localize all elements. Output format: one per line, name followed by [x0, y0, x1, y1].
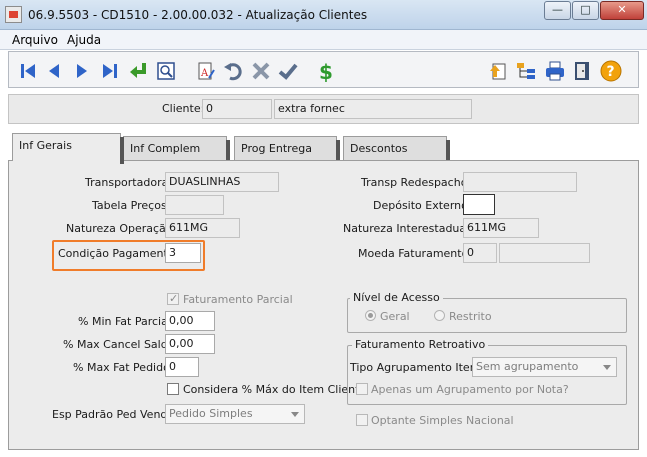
window-title: 06.9.5503 - CD1510 - 2.00.00.032 - Atual…	[28, 8, 368, 22]
tipo-agrupamento-select[interactable]: Sem agrupamento	[472, 357, 617, 377]
app-icon	[5, 6, 22, 23]
esp-padrao-select[interactable]: Pedido Simples	[165, 404, 305, 424]
undo-icon[interactable]	[222, 60, 244, 82]
title-bar: 06.9.5503 - CD1510 - 2.00.00.032 - Atual…	[0, 0, 647, 30]
deposito-externo-label: Depósito Externo:	[373, 199, 472, 212]
printer-icon[interactable]	[544, 60, 566, 82]
tab-label: Prog Entrega	[241, 142, 312, 155]
tipo-agrupamento-value: Sem agrupamento	[476, 360, 579, 373]
confirm-icon[interactable]	[277, 60, 299, 82]
max-fat-pedido-label: % Max Fat Pedido:	[73, 361, 174, 374]
preview-icon[interactable]	[155, 60, 177, 82]
menu-arquivo[interactable]: Arquivo	[12, 33, 58, 47]
esp-padrao-label: Esp Padrão Ped Venda:	[52, 408, 178, 421]
optante-simples-checkbox[interactable]	[356, 414, 368, 426]
radio-geral[interactable]	[365, 310, 376, 321]
tab-label: Descontos	[350, 142, 408, 155]
fat-retroativo-legend: Faturamento Retroativo	[352, 338, 489, 351]
max-cancel-saldo-field[interactable]: 0,00	[165, 334, 215, 354]
nivel-acesso-legend: Nível de Acesso	[350, 291, 443, 304]
radio-geral-label: Geral	[380, 310, 410, 323]
tab-prog-entrega[interactable]: Prog Entrega	[234, 136, 340, 163]
chevron-down-icon	[291, 412, 299, 417]
apenas-agrupamento-label: Apenas um Agrupamento por Nota?	[371, 383, 569, 396]
moeda-desc-field[interactable]	[499, 243, 590, 263]
menu-ajuda[interactable]: Ajuda	[67, 33, 101, 47]
close-button[interactable]: ✕	[600, 1, 644, 20]
svg-text:A: A	[200, 68, 209, 79]
chevron-down-icon	[603, 365, 611, 370]
client-name-field[interactable]: extra fornec	[274, 99, 472, 119]
next-record-icon[interactable]	[71, 60, 93, 82]
client-label: Cliente:	[162, 102, 205, 115]
maximize-button[interactable]: □	[572, 1, 599, 20]
moeda-code-field[interactable]: 0	[463, 243, 497, 263]
natureza-operacao-label: Natureza Operação:	[66, 222, 177, 235]
considera-max-item-checkbox[interactable]	[167, 383, 179, 395]
tab-label: Inf Gerais	[19, 139, 72, 152]
tab-label: Inf Complem	[130, 142, 201, 155]
transportadora-label: Transportadora:	[85, 176, 173, 189]
radio-restrito-label: Restrito	[449, 310, 492, 323]
currency-icon[interactable]: $	[315, 60, 337, 82]
natureza-operacao-field[interactable]: 611MG	[165, 218, 240, 238]
natureza-interestadual-label: Natureza Interestadual:	[343, 222, 473, 235]
apenas-agrupamento-checkbox[interactable]	[356, 383, 368, 395]
min-fat-parcial-label: % Min Fat Parcial:	[78, 315, 175, 328]
tabela-precos-label: Tabela Preços:	[92, 199, 171, 212]
delete-icon[interactable]	[250, 60, 272, 82]
tab-inf-gerais[interactable]: Inf Gerais	[12, 133, 124, 164]
moeda-faturamento-label: Moeda Faturamento:	[358, 247, 473, 260]
minimize-button[interactable]: —	[544, 1, 571, 20]
tab-inf-complem[interactable]: Inf Complem	[123, 136, 230, 163]
faturamento-parcial-label: Faturamento Parcial	[183, 293, 293, 306]
client-code-field[interactable]: 0	[202, 99, 272, 119]
transportadora-field[interactable]: DUASLINHAS	[165, 172, 279, 192]
tabela-precos-field[interactable]	[165, 195, 224, 215]
tab-descontos[interactable]: Descontos	[343, 136, 450, 163]
help-icon[interactable]: ?	[600, 60, 622, 82]
transp-redespacho-label: Transp Redespacho:	[361, 176, 472, 189]
toolbar: A $ ?	[8, 51, 639, 88]
menu-bar: Arquivo Ajuda	[0, 30, 647, 50]
tipo-agrupamento-label: Tipo Agrupamento Itens:	[350, 361, 487, 374]
highlight-box	[52, 240, 205, 271]
optante-simples-label: Optante Simples Nacional	[371, 414, 514, 427]
tree-icon[interactable]	[515, 60, 537, 82]
exit-door-icon[interactable]	[571, 60, 593, 82]
transp-redespacho-field[interactable]	[463, 172, 577, 192]
esp-padrao-value: Pedido Simples	[169, 407, 253, 420]
svg-text:?: ?	[607, 64, 615, 80]
max-cancel-saldo-label: % Max Cancel Saldo:	[63, 338, 179, 351]
svg-text:$: $	[319, 60, 333, 82]
upload-icon[interactable]	[487, 60, 509, 82]
last-record-icon[interactable]	[99, 60, 121, 82]
return-icon[interactable]	[127, 60, 149, 82]
edit-icon[interactable]: A	[195, 60, 217, 82]
radio-restrito[interactable]	[434, 310, 445, 321]
considera-max-item-label: Considera % Máx do Item Cliente	[183, 383, 367, 396]
deposito-externo-field[interactable]	[463, 194, 495, 215]
min-fat-parcial-field[interactable]: 0,00	[165, 311, 215, 331]
first-record-icon[interactable]	[17, 60, 39, 82]
max-fat-pedido-field[interactable]: 0	[165, 357, 199, 377]
previous-record-icon[interactable]	[43, 60, 65, 82]
natureza-interestadual-field[interactable]: 611MG	[463, 218, 539, 238]
faturamento-parcial-checkbox[interactable]	[167, 292, 179, 305]
